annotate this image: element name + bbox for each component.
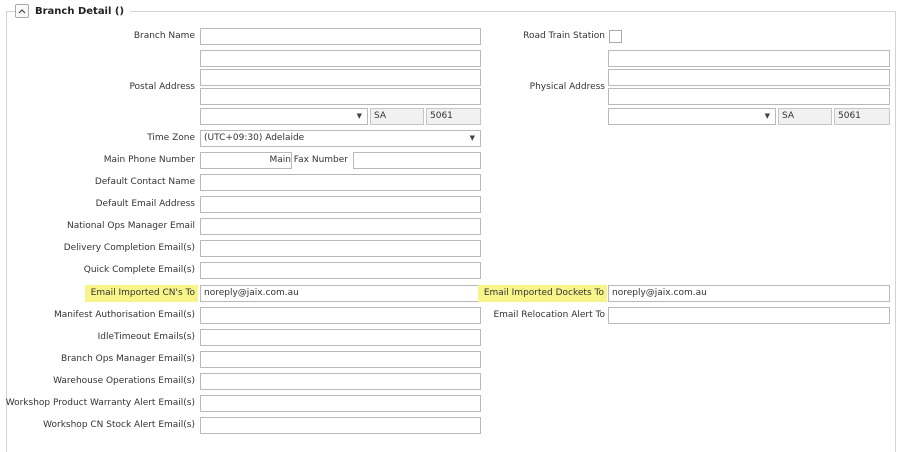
manifest-auth-input[interactable]: [200, 307, 481, 324]
group-header: Branch Detail (): [15, 3, 131, 19]
physical-postcode-field: 5061: [834, 108, 890, 125]
branch-ops-label: Branch Ops Manager Email(s): [61, 354, 195, 364]
main-fax-input[interactable]: [353, 152, 481, 169]
quick-complete-label: Quick Complete Email(s): [83, 265, 195, 275]
time-zone-dropdown[interactable]: (UTC+09:30) Adelaide ▼: [200, 130, 481, 147]
email-imported-dockets-label: Email Imported Dockets To: [477, 285, 607, 302]
main-phone-label: Main Phone Number: [103, 155, 195, 165]
national-ops-label: National Ops Manager Email: [67, 221, 195, 231]
idle-timeout-input[interactable]: [200, 329, 481, 346]
branch-ops-input[interactable]: [200, 351, 481, 368]
road-train-checkbox[interactable]: [609, 30, 622, 43]
group-title: Branch Detail (): [35, 5, 125, 17]
time-zone-value: (UTC+09:30) Adelaide: [204, 133, 305, 143]
email-imported-cns-label: Email Imported CN's To: [84, 285, 198, 302]
postal-postcode-field: 5061: [426, 108, 481, 125]
email-relocation-input[interactable]: [608, 307, 890, 324]
workshop-cn-stock-label: Workshop CN Stock Alert Email(s): [43, 420, 195, 430]
workshop-warranty-input[interactable]: [200, 395, 481, 412]
collapse-button[interactable]: [15, 4, 29, 18]
dropdown-arrow-icon: ▼: [764, 112, 770, 120]
quick-complete-input[interactable]: [200, 262, 481, 279]
physical-address-line3[interactable]: [608, 88, 890, 105]
delivery-completion-label: Delivery Completion Email(s): [63, 243, 195, 253]
physical-address-line2[interactable]: [608, 69, 890, 86]
postal-address-line2[interactable]: [200, 69, 481, 86]
road-train-label: Road Train Station: [523, 31, 605, 41]
idle-timeout-label: IdleTimeout Emails(s): [97, 332, 195, 342]
warehouse-ops-input[interactable]: [200, 373, 481, 390]
manifest-auth-label: Manifest Authorisation Email(s): [53, 310, 195, 320]
dropdown-arrow-icon: ▼: [356, 112, 362, 120]
physical-address-label: Physical Address: [529, 82, 605, 92]
workshop-warranty-label: Workshop Product Warranty Alert Email(s): [5, 398, 195, 408]
postal-address-line1[interactable]: [200, 50, 481, 67]
default-contact-input[interactable]: [200, 174, 481, 191]
branch-name-input[interactable]: [200, 28, 481, 45]
physical-address-line1[interactable]: [608, 50, 890, 67]
default-email-label: Default Email Address: [95, 199, 195, 209]
main-fax-label: Main Fax Number: [269, 155, 348, 165]
default-email-input[interactable]: [200, 196, 481, 213]
time-zone-label: Time Zone: [147, 133, 195, 143]
physical-state-field: SA: [778, 108, 832, 125]
postal-address-label: Postal Address: [129, 82, 195, 92]
delivery-completion-input[interactable]: [200, 240, 481, 257]
warehouse-ops-label: Warehouse Operations Email(s): [53, 376, 195, 386]
dropdown-arrow-icon: ▼: [469, 134, 475, 142]
postal-state-field: SA: [370, 108, 424, 125]
default-contact-label: Default Contact Name: [94, 177, 195, 187]
email-relocation-label: Email Relocation Alert To: [493, 310, 605, 320]
workshop-cn-stock-input[interactable]: [200, 417, 481, 434]
branch-name-label: Branch Name: [133, 31, 195, 41]
postal-address-line3[interactable]: [200, 88, 481, 105]
email-imported-cns-input[interactable]: noreply@jaix.com.au: [200, 285, 481, 302]
physical-suburb-dropdown[interactable]: ▼: [608, 108, 776, 125]
postal-suburb-dropdown[interactable]: ▼: [200, 108, 368, 125]
national-ops-input[interactable]: [200, 218, 481, 235]
chevron-up-icon: [18, 9, 26, 14]
email-imported-dockets-input[interactable]: noreply@jaix.com.au: [608, 285, 890, 302]
